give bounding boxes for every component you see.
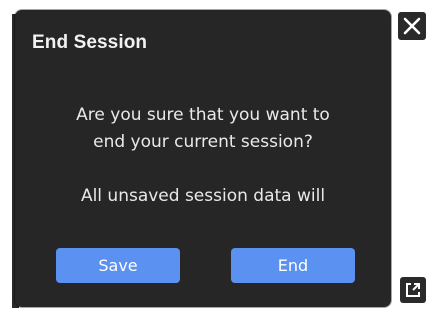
- expand-icon: [405, 282, 421, 298]
- dialog-message-line-1: Are you sure that you want to: [76, 105, 330, 125]
- close-icon: [403, 17, 421, 35]
- expand-button[interactable]: [400, 277, 426, 303]
- screen: End Session Are you sure that you want t…: [0, 0, 439, 310]
- dialog-note: All unsaved session data will: [80, 186, 326, 206]
- dialog-title: End Session: [32, 32, 148, 53]
- dialog-message: Are you sure that you want to end your c…: [15, 102, 391, 156]
- close-button[interactable]: [398, 12, 426, 40]
- dialog-message-line-2: end your current session?: [93, 132, 313, 152]
- end-session-dialog: End Session Are you sure that you want t…: [15, 10, 391, 307]
- end-button[interactable]: End: [231, 248, 355, 283]
- save-button[interactable]: Save: [56, 248, 180, 283]
